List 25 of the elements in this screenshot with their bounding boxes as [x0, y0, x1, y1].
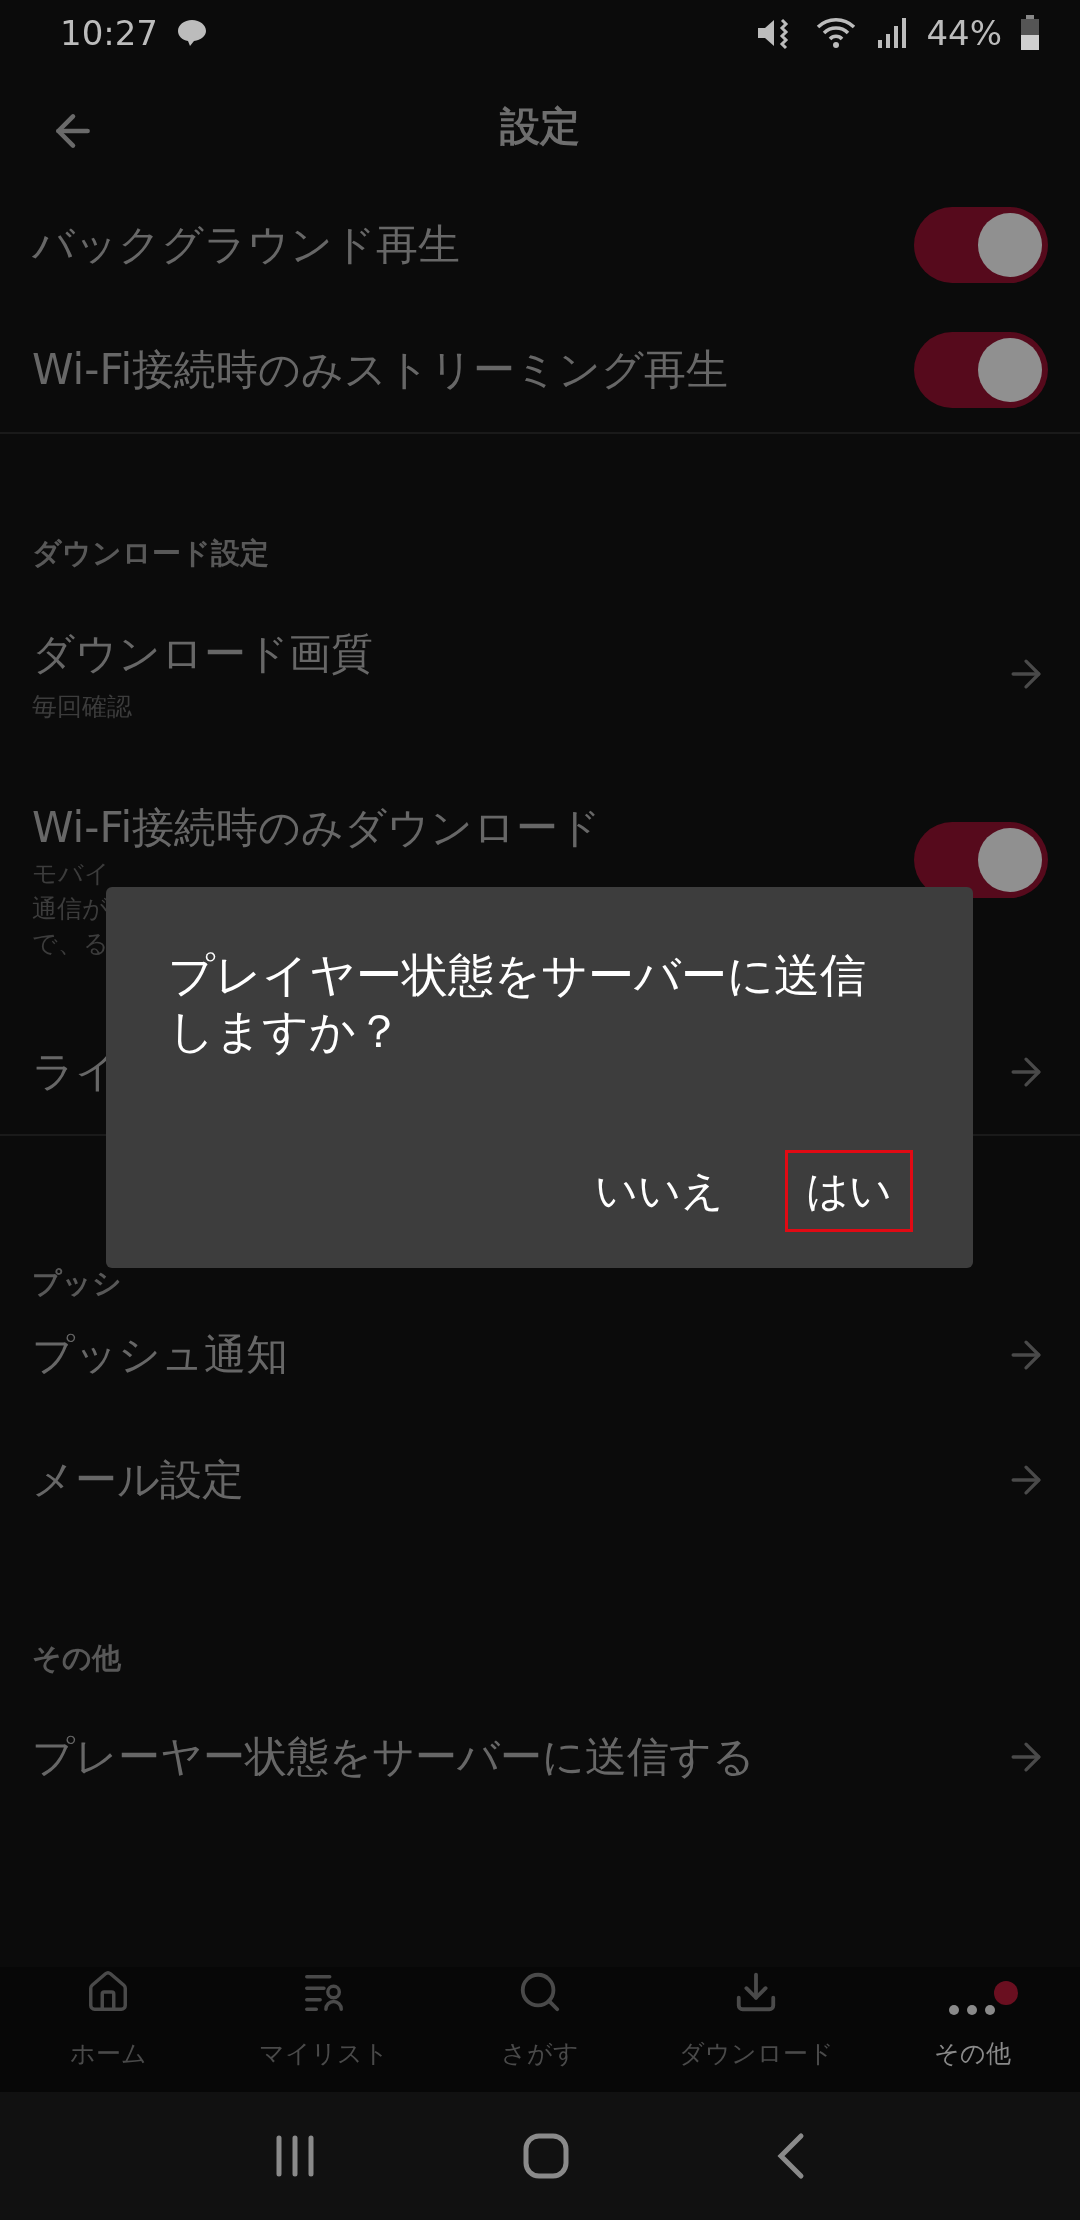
dialog-button[interactable]: いいえ — [574, 1150, 745, 1232]
setting-label: ダウンロード画質 — [32, 627, 374, 680]
setting-label: Wi-Fi接続時のみダウンロード — [32, 802, 603, 854]
battery-percent: 44% — [926, 13, 1002, 53]
chat-bubble-icon — [176, 18, 208, 48]
setting-label: バックグラウンド再生 — [32, 218, 461, 271]
section-header: その他 — [32, 1641, 121, 1675]
more-icon — [949, 2005, 995, 2015]
nav-tab[interactable]: ホーム — [0, 1967, 216, 2092]
battery-icon — [1020, 15, 1040, 51]
setting-label: Wi-Fi接続時のみストリーミング再生 — [32, 343, 730, 396]
clock-time: 10:27 — [60, 13, 158, 53]
setting-label: プッシュ通知 — [32, 1328, 289, 1381]
dialog-button[interactable]: はい — [785, 1150, 913, 1232]
nav-tab[interactable]: その他 — [864, 1967, 1080, 2092]
signal-icon — [876, 16, 909, 50]
nav-tab[interactable]: ダウンロード — [648, 1967, 864, 2092]
dialog-message: プレイヤー状態をサーバーに送信しますか？ — [168, 947, 867, 1060]
nav-tab[interactable]: さがす — [432, 1967, 648, 2092]
setting-label: プレーヤー状態をサーバーに送信する — [32, 1730, 756, 1783]
page-title: 設定 — [500, 101, 580, 151]
section-header: プッシ — [32, 1266, 122, 1300]
section-header: ダウンロード設定 — [32, 536, 269, 570]
nav-tab[interactable]: マイリスト — [216, 1967, 432, 2092]
setting-label: メール設定 — [32, 1453, 245, 1506]
